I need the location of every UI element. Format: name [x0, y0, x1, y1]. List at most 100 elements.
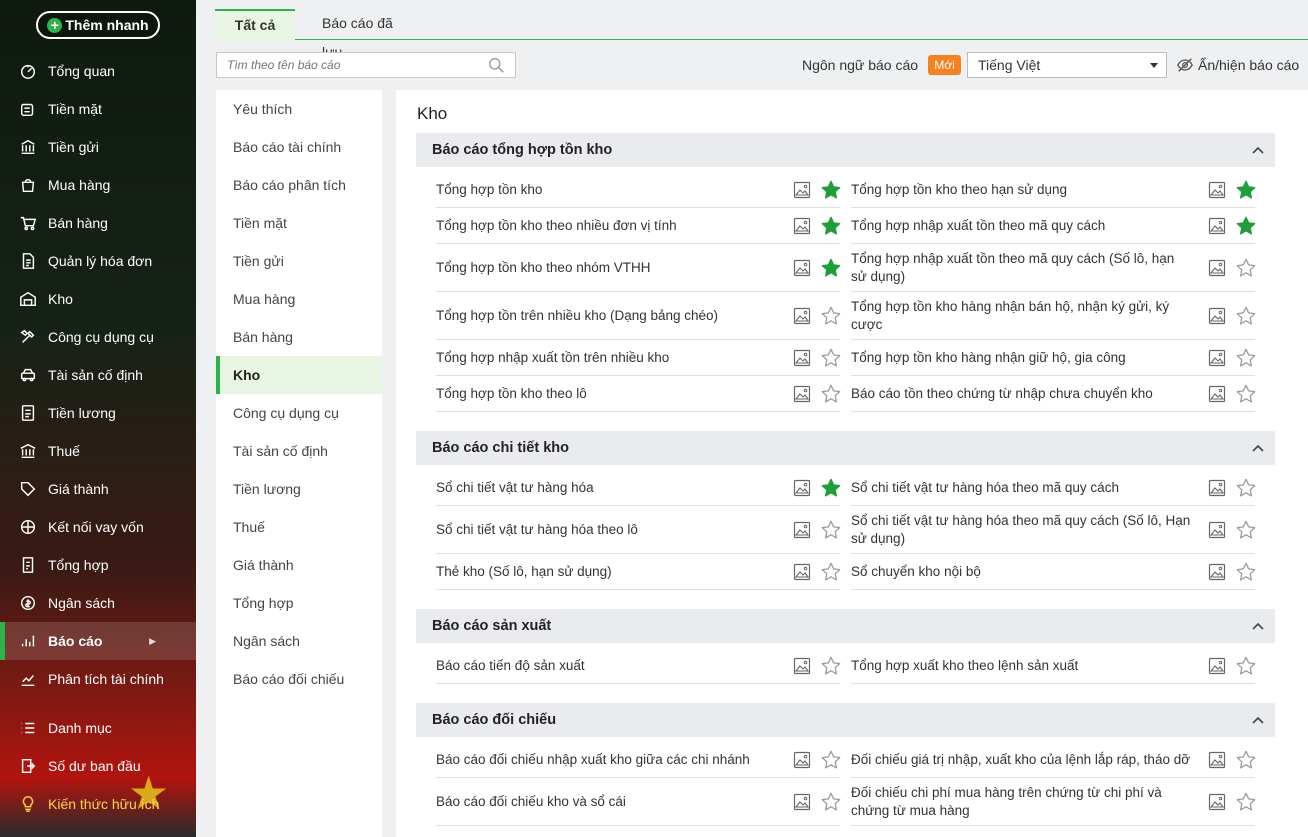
category-item[interactable]: Giá thành [216, 546, 382, 584]
report-preview-icon[interactable] [793, 479, 811, 497]
sidebar-item[interactable]: Mua hàng [0, 166, 196, 204]
report-item[interactable]: Đối chiếu chi phí mua hàng trên chứng từ… [851, 778, 1257, 826]
star-filled-icon[interactable] [820, 179, 842, 201]
report-name[interactable]: Thẻ kho (Số lô, hạn sử dụng) [436, 554, 776, 589]
group-header[interactable]: Báo cáo tổng hợp tồn kho [416, 133, 1275, 167]
chevron-up-icon[interactable] [1251, 619, 1265, 633]
star-filled-icon[interactable] [1235, 215, 1257, 237]
category-item[interactable]: Mua hàng [216, 280, 382, 318]
report-item[interactable]: Sổ chi tiết vật tư hàng hóa theo mã quy … [851, 506, 1257, 554]
report-name[interactable]: Báo cáo tiến độ sản xuất [436, 648, 776, 683]
report-name[interactable]: Sổ chi tiết vật tư hàng hóa theo lô [436, 506, 776, 553]
sidebar-item[interactable]: Tiền mặt [0, 90, 196, 128]
sidebar-item[interactable]: Giá thành [0, 470, 196, 508]
report-item[interactable]: Tổng hợp nhập xuất tồn theo mã quy cách [851, 208, 1257, 244]
report-name[interactable]: Sổ chuyển kho nội bộ [851, 554, 1191, 589]
group-header[interactable]: Báo cáo chi tiết kho [416, 431, 1275, 465]
star-outline-icon[interactable] [820, 749, 842, 771]
report-preview-icon[interactable] [1208, 217, 1226, 235]
report-preview-icon[interactable] [793, 563, 811, 581]
star-outline-icon[interactable] [1235, 791, 1257, 813]
chevron-up-icon[interactable] [1251, 713, 1265, 727]
report-preview-icon[interactable] [1208, 479, 1226, 497]
report-name[interactable]: Đối chiếu chi phí mua hàng trên chứng từ… [851, 778, 1191, 825]
tab-all[interactable]: Tất cả [215, 9, 295, 40]
category-item[interactable]: Công cụ dụng cụ [216, 394, 382, 432]
report-name[interactable]: Tổng hợp nhập xuất tồn theo mã quy cách … [851, 244, 1191, 291]
sidebar-item[interactable]: Báo cáo ▶ [0, 622, 196, 660]
sidebar-item[interactable]: Tổng hợp [0, 546, 196, 584]
report-item[interactable]: Báo cáo tồn theo chứng từ nhập chưa chuy… [851, 376, 1256, 412]
star-outline-icon[interactable] [820, 791, 842, 813]
report-item[interactable]: Tổng hợp tồn kho theo hạn sử dụng [851, 172, 1257, 208]
report-name[interactable]: Tổng hợp tồn kho [436, 172, 776, 207]
sidebar-item[interactable]: Tài sản cố định [0, 356, 196, 394]
star-outline-icon[interactable] [820, 655, 842, 677]
star-outline-icon[interactable] [1235, 561, 1257, 583]
tab-saved-reports[interactable]: Báo cáo đã lưu [300, 9, 420, 60]
star-filled-icon[interactable] [820, 215, 842, 237]
report-preview-icon[interactable] [793, 181, 811, 199]
report-preview-icon[interactable] [793, 307, 811, 325]
report-name[interactable]: Sổ chi tiết vật tư hàng hóa theo mã quy … [851, 506, 1191, 553]
star-outline-icon[interactable] [1235, 519, 1257, 541]
report-item[interactable]: Báo cáo đối chiếu kho và sổ cái [436, 778, 842, 826]
sidebar-item[interactable]: Tổng quan [0, 52, 196, 90]
report-preview-icon[interactable] [1208, 307, 1226, 325]
category-item[interactable]: Ngân sách [216, 622, 382, 660]
star-filled-icon[interactable] [820, 477, 842, 499]
toggle-reports-button[interactable]: Ẩn/hiện báo cáo [1176, 56, 1299, 74]
sidebar-item[interactable]: Tiền lương [0, 394, 196, 432]
report-name[interactable]: Tổng hợp tồn trên nhiều kho (Dạng bảng c… [436, 292, 776, 339]
report-item[interactable]: Sổ chi tiết vật tư hàng hóa theo lô [436, 506, 842, 554]
category-item[interactable]: Tiền gửi [216, 242, 382, 280]
category-item[interactable]: Thuế [216, 508, 382, 546]
sidebar-item[interactable]: Quản lý hóa đơn [0, 242, 196, 280]
report-item[interactable]: Sổ chi tiết vật tư hàng hóa [436, 470, 842, 506]
report-name[interactable]: Tổng hợp nhập xuất tồn theo mã quy cách [851, 208, 1191, 243]
report-item[interactable]: Tổng hợp tồn kho theo nhiều đơn vị tính [436, 208, 842, 244]
star-filled-icon[interactable] [1235, 179, 1257, 201]
star-outline-icon[interactable] [1235, 749, 1257, 771]
report-preview-icon[interactable] [1208, 259, 1226, 277]
sidebar-item[interactable]: Kiến thức hữu ích [0, 785, 196, 823]
star-outline-icon[interactable] [1235, 305, 1257, 327]
category-item[interactable]: Kho [216, 356, 382, 394]
report-item[interactable]: Tổng hợp tồn kho theo lô [436, 376, 841, 412]
report-preview-icon[interactable] [793, 521, 811, 539]
report-name[interactable]: Sổ chi tiết vật tư hàng hóa theo mã quy … [851, 470, 1191, 505]
report-preview-icon[interactable] [1208, 751, 1226, 769]
search-icon[interactable] [488, 57, 505, 74]
sidebar-item[interactable]: Kho [0, 280, 196, 318]
chevron-up-icon[interactable] [1251, 143, 1265, 157]
group-header[interactable]: Báo cáo đối chiếu [416, 703, 1275, 737]
report-preview-icon[interactable] [793, 751, 811, 769]
sidebar-item[interactable]: Tiền gửi [0, 128, 196, 166]
star-outline-icon[interactable] [820, 519, 842, 541]
report-preview-icon[interactable] [1208, 521, 1226, 539]
report-name[interactable]: Tổng hợp tồn kho theo nhiều đơn vị tính [436, 208, 776, 243]
report-name[interactable]: Tổng hợp tồn kho theo nhóm VTHH [436, 244, 776, 291]
report-name[interactable]: Tổng hợp tồn kho theo lô [436, 376, 776, 411]
report-preview-icon[interactable] [793, 657, 811, 675]
language-select[interactable]: Tiếng Việt [967, 52, 1167, 78]
report-name[interactable]: Tổng hợp tồn kho hàng nhận giữ hộ, gia c… [851, 340, 1191, 375]
star-outline-icon[interactable] [1235, 257, 1257, 279]
report-item[interactable]: Tổng hợp xuất kho theo lệnh sản xuất [851, 648, 1257, 684]
star-outline-icon[interactable] [820, 561, 842, 583]
report-item[interactable]: Sổ chuyển kho nội bộ [851, 554, 1257, 590]
report-preview-icon[interactable] [793, 349, 811, 367]
report-name[interactable]: Báo cáo đối chiếu nhập xuất kho giữa các… [436, 742, 776, 777]
star-outline-icon[interactable] [820, 347, 842, 369]
star-outline-icon[interactable] [820, 305, 842, 327]
sidebar-item[interactable]: Công cụ dụng cụ [0, 318, 196, 356]
star-filled-icon[interactable] [820, 257, 842, 279]
report-name[interactable]: Tổng hợp nhập xuất tồn trên nhiều kho [436, 340, 776, 375]
sidebar-item[interactable]: Thuế [0, 432, 196, 470]
report-item[interactable]: Tổng hợp nhập xuất tồn trên nhiều kho [436, 340, 842, 376]
report-name[interactable]: Đối chiếu giá trị nhập, xuất kho của lện… [851, 742, 1191, 777]
report-item[interactable]: Tổng hợp nhập xuất tồn theo mã quy cách … [851, 244, 1257, 292]
report-preview-icon[interactable] [1208, 657, 1226, 675]
sidebar-item[interactable]: Danh mục [0, 709, 196, 747]
star-outline-icon[interactable] [1235, 655, 1257, 677]
